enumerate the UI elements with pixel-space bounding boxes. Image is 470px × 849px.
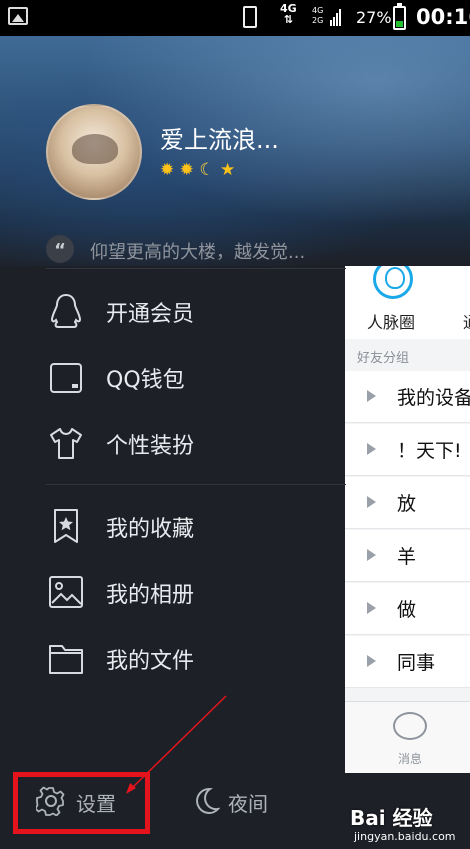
side-drawer: 爱上流浪... ✹ ✹ ☾ ★ “ 仰望更高的大楼，越发觉... 开通会员 QQ… <box>0 36 470 849</box>
penguin-icon <box>50 293 82 328</box>
folder-icon <box>49 645 83 674</box>
menu-item-vip[interactable]: 开通会员 <box>46 284 346 338</box>
menu-item-label: 开通会员 <box>106 302 195 327</box>
menu-item-label: 我的文件 <box>106 649 195 674</box>
settings-highlight-box <box>13 772 150 834</box>
friend-group-row[interactable]: 我的设备 <box>345 371 470 423</box>
watermark-brand: Bai 经验 <box>350 806 433 830</box>
level-badges[interactable]: ✹ ✹ ☾ ★ <box>160 160 235 180</box>
tab-messages[interactable]: 消息 <box>398 750 422 767</box>
wallet-icon <box>50 363 82 393</box>
friend-group-label: ！天下! <box>397 440 462 462</box>
friend-group-label: 做 <box>397 599 417 621</box>
bookmark-star-icon <box>54 509 78 543</box>
night-mode-label: 夜间 <box>228 792 268 816</box>
signature-text: 仰望更高的大楼，越发觉... <box>90 242 306 263</box>
menu-item-wallet[interactable]: QQ钱包 <box>46 350 346 404</box>
profile-nickname[interactable]: 爱上流浪... <box>160 120 279 155</box>
network-type-icon: 4G ⇅ <box>280 2 297 26</box>
contacts-shortcut-label[interactable]: 人脉圈 <box>367 309 415 333</box>
divider <box>46 268 346 269</box>
expand-arrow-icon <box>367 390 376 402</box>
menu-item-label: QQ钱包 <box>106 368 185 393</box>
avatar[interactable] <box>46 104 142 200</box>
network-type-label: 4G <box>280 2 297 15</box>
vibrate-icon <box>243 6 257 28</box>
friend-group-row[interactable]: 做 <box>345 583 470 635</box>
battery-percent: 27% <box>356 8 392 27</box>
friend-group-label: 羊 <box>397 546 417 568</box>
friend-group-row[interactable]: 同事 <box>345 636 470 688</box>
expand-arrow-icon <box>367 549 376 561</box>
menu-item-label: 我的收藏 <box>106 517 195 542</box>
menu-item-favorites[interactable]: 我的收藏 <box>46 499 346 553</box>
friend-group-label: 放 <box>397 493 417 515</box>
expand-arrow-icon <box>367 443 376 455</box>
baidu-jingyan-watermark: Bai 经验 jingyan.baidu.com <box>350 802 466 846</box>
friend-group-label: 我的设备 <box>397 387 470 409</box>
bottom-tab-bar: 消息 <box>345 701 470 773</box>
menu-item-theme[interactable]: 个性装扮 <box>46 416 346 470</box>
sun-icon: ✹ <box>179 160 194 180</box>
menu-item-files[interactable]: 我的文件 <box>46 631 346 685</box>
friend-group-row[interactable]: 放 <box>345 477 470 529</box>
screen: 4G⇅ 4G 2G 27% 00:16 人脉圈 通 好友分组 我的设备 ！天下! <box>0 0 470 849</box>
signal-label-bottom: 2G <box>312 16 324 25</box>
menu-item-album[interactable]: 我的相册 <box>46 565 346 619</box>
watermark-url: jingyan.baidu.com <box>354 830 456 843</box>
gallery-notification-icon <box>8 7 28 25</box>
sun-icon: ✹ <box>160 160 175 180</box>
quote-icon: “ <box>46 235 74 263</box>
expand-arrow-icon <box>367 602 376 614</box>
friend-group-row[interactable]: ！天下! <box>345 424 470 476</box>
signal-label-top: 4G <box>312 6 324 15</box>
star-icon: ★ <box>219 160 236 180</box>
divider <box>46 484 346 485</box>
dual-signal-icon: 4G 2G <box>312 6 323 26</box>
partial-shortcut-label[interactable]: 通 <box>463 309 470 333</box>
friend-groups-header: 好友分组 <box>357 351 410 366</box>
menu-item-label: 个性装扮 <box>106 434 195 459</box>
tshirt-icon <box>50 428 82 459</box>
signature-row[interactable]: “ 仰望更高的大楼，越发觉... <box>46 232 346 268</box>
moon-icon <box>196 787 220 814</box>
battery-icon <box>393 3 406 30</box>
friend-group-row[interactable]: 羊 <box>345 530 470 582</box>
message-bubble-icon[interactable] <box>393 712 427 740</box>
photo-album-icon <box>49 576 83 608</box>
expand-arrow-icon <box>367 496 376 508</box>
clock: 00:16 <box>416 5 470 29</box>
signal-bars-icon <box>330 9 341 26</box>
expand-arrow-icon <box>367 655 376 667</box>
moon-icon: ☾ <box>199 160 215 180</box>
status-bar: 4G⇅ 4G 2G 27% 00:16 <box>0 0 470 36</box>
friend-group-label: 同事 <box>397 652 436 674</box>
menu-item-label: 我的相册 <box>106 583 195 608</box>
